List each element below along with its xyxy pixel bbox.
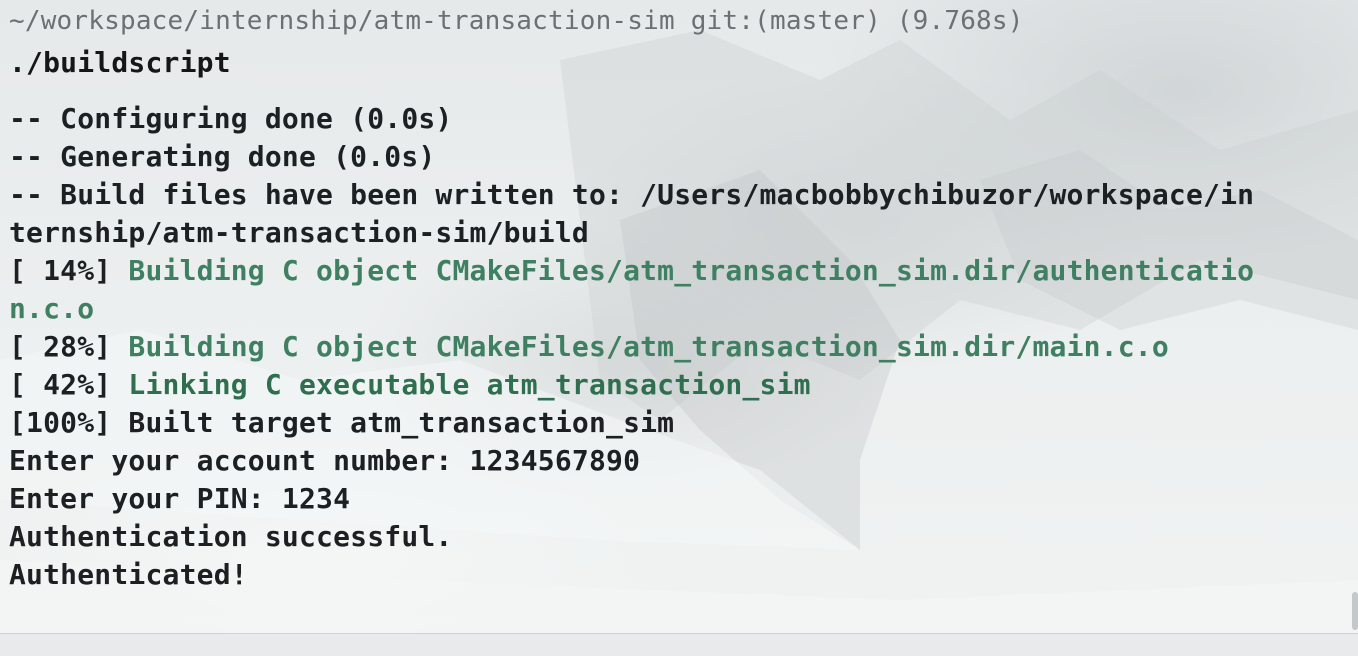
progress-prefix: [ 28%] (9, 330, 129, 363)
output-line-build-auth: [ 14%] Building C object CMakeFiles/atm_… (9, 252, 1254, 290)
output-line-build-files: -- Build files have been written to: /Us… (9, 178, 1255, 211)
output-line-pin: Enter your PIN: 1234 (9, 482, 351, 515)
prompt-path: ~/workspace/internship/atm-transaction-s… (9, 6, 1024, 36)
output-line-account-number: Enter your account number: 1234567890 (9, 444, 641, 477)
scrollbar-thumb[interactable] (1352, 592, 1358, 630)
progress-prefix: [ 14%] (9, 254, 129, 287)
output-line-build-auth-wrap: n.c.o (9, 292, 95, 325)
output-line-generating: -- Generating done (0.0s) (9, 140, 436, 173)
output-line-configuring: -- Configuring done (0.0s) (9, 102, 453, 135)
output-line-built-target: [100%] Built target atm_transaction_sim (9, 406, 675, 439)
build-main-text: Building C object CMakeFiles/atm_transac… (128, 330, 1169, 363)
output-line-auth-success: Authentication successful. (9, 520, 453, 553)
linking-text: Linking C executable atm_transaction_sim (128, 368, 811, 401)
terminal-window[interactable]: ~/workspace/internship/atm-transaction-s… (0, 0, 1358, 634)
command-line: ./buildscript (9, 46, 231, 79)
output-line-linking: [ 42%] Linking C executable atm_transact… (9, 366, 811, 404)
output-line-build-main: [ 28%] Building C object CMakeFiles/atm_… (9, 328, 1169, 366)
output-line-build-path: ternship/atm-transaction-sim/build (9, 216, 589, 249)
build-auth-text: Building C object CMakeFiles/atm_transac… (128, 254, 1255, 287)
progress-prefix: [ 42%] (9, 368, 129, 401)
input-bar[interactable] (0, 633, 1358, 656)
output-line-authenticated: Authenticated! (9, 558, 248, 591)
